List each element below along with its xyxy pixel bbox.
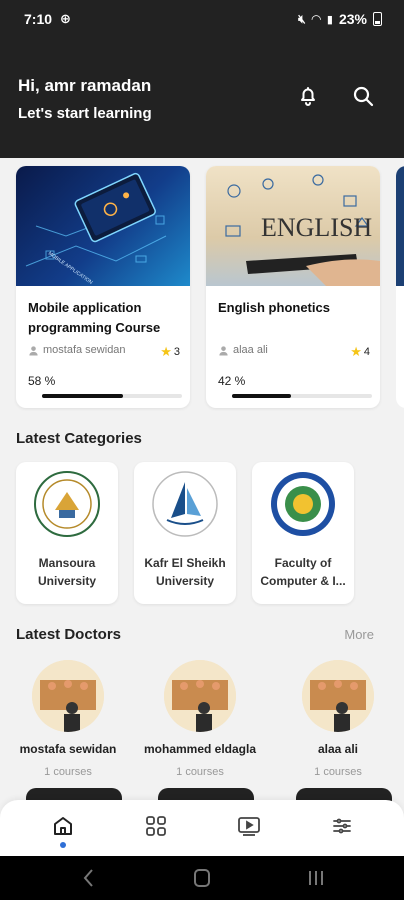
course-thumbnail (396, 166, 404, 286)
course-title: English phonetics (218, 300, 330, 315)
course-progress-fill (232, 394, 291, 398)
status-right: 🔇︎ ◠ ▮ 23% (298, 11, 382, 27)
search-icon[interactable] (351, 84, 375, 108)
course-rating: ★ 3 (160, 344, 180, 360)
star-icon: ★ (160, 344, 172, 359)
person-icon (29, 345, 38, 356)
course-author-name: mostafa sewidan (43, 344, 126, 356)
university-logo (152, 471, 218, 537)
more-link[interactable]: More (344, 627, 374, 642)
globe-icon: ⊕ (60, 11, 71, 26)
doctor-course-count: 1 courses (314, 766, 362, 778)
recents-icon[interactable] (306, 868, 326, 888)
course-card[interactable]: MOBILE APPLICATION Mobile application pr… (16, 166, 190, 408)
video-icon[interactable] (237, 814, 261, 838)
back-icon[interactable] (82, 868, 96, 888)
mute-icon: 🔇︎ (298, 11, 306, 26)
doctor-name: mostafa sewidan (19, 742, 117, 756)
category-card[interactable]: Kafr El Sheikh University (134, 462, 236, 604)
avatar (302, 660, 374, 732)
signal-icon: ▮ (326, 13, 333, 26)
category-card[interactable]: Faculty of Computer & I... (252, 462, 354, 604)
doctor-course-count: 1 courses (44, 766, 92, 778)
course-progress-label: 58 % (28, 374, 56, 388)
course-progress-fill (42, 394, 124, 398)
university-logo (271, 472, 335, 536)
categories-title: Latest Categories (16, 430, 142, 447)
course-author: alaa ali (218, 344, 268, 356)
doctors-title: Latest Doctors (16, 626, 122, 643)
status-time: 7:10 (24, 11, 53, 27)
course-progress-label: 42 % (218, 374, 246, 388)
wifi-icon: ◠ (311, 12, 321, 26)
doctor-name: alaa ali (317, 742, 359, 756)
course-rating-value: 4 (363, 346, 370, 358)
svg-text:MOBILE APPLICATION: MOBILE APPLICATION (47, 251, 94, 286)
category-card[interactable]: Mansoura University (16, 462, 118, 604)
category-name: Mansoura University (37, 556, 97, 588)
category-name: Kafr El Sheikh University (144, 556, 226, 588)
course-rating-value: 3 (173, 346, 180, 358)
system-nav-bar (0, 856, 404, 900)
home-system-icon[interactable] (193, 868, 211, 888)
battery-icon (373, 12, 382, 26)
grid-icon[interactable] (144, 814, 168, 838)
settings-icon[interactable] (330, 814, 354, 838)
course-author: mostafa sewidan (28, 344, 126, 356)
doctor-item[interactable]: mostafa sewidan 1 courses (8, 660, 128, 812)
course-card-partial[interactable] (396, 166, 404, 408)
course-author-name: alaa ali (233, 344, 268, 356)
bell-icon[interactable] (296, 84, 320, 108)
avatar (32, 660, 104, 732)
home-icon[interactable] (51, 814, 75, 838)
subtitle: Let's start learning (18, 105, 152, 122)
person-icon (219, 345, 228, 356)
course-thumbnail: MOBILE APPLICATION (16, 166, 190, 286)
battery-label: 23% (338, 11, 367, 27)
star-icon: ★ (350, 344, 362, 359)
course-card[interactable]: ENGLISH English phonetics alaa ali ★ 4 4… (206, 166, 380, 408)
doctor-course-count: 1 courses (176, 766, 224, 778)
header: 7:10 ⊕ 🔇︎ ◠ ▮ 23% Hi, amr ramadan Let's … (0, 0, 404, 158)
university-logo (34, 471, 100, 537)
category-name: Faculty of Computer & I... (260, 556, 346, 588)
avatar (164, 660, 236, 732)
doctor-item[interactable]: alaa ali 1 courses (278, 660, 398, 812)
status-bar: 7:10 ⊕ 🔇︎ ◠ ▮ 23% (24, 10, 382, 30)
course-title: Mobile application programming Course (28, 300, 161, 335)
svg-text:ENGLISH: ENGLISH (261, 213, 372, 242)
course-rating: ★ 4 (350, 344, 370, 360)
course-progress-bar (42, 394, 182, 398)
course-progress-bar (232, 394, 372, 398)
course-thumbnail: ENGLISH (206, 166, 380, 286)
active-indicator (60, 842, 66, 848)
greeting: Hi, amr ramadan (18, 76, 152, 95)
doctor-item[interactable]: mohammed eldagla 1 courses (140, 660, 260, 812)
doctor-name: mohammed eldagla (143, 742, 257, 756)
bottom-nav (0, 800, 404, 856)
